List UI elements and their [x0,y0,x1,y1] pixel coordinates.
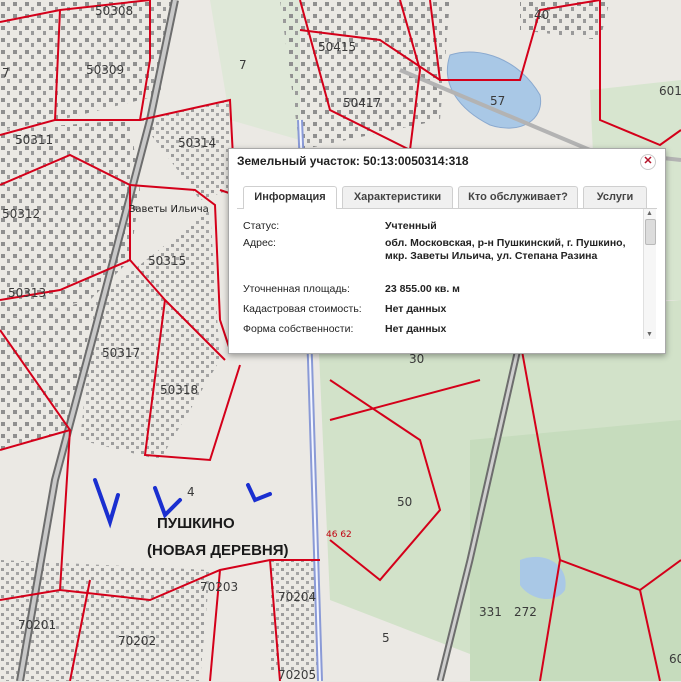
field-value: Нет данных [385,323,447,335]
plot-label: 50311 [15,133,54,147]
scroll-down-icon[interactable]: ▼ [646,331,653,338]
plot-label: 50309 [86,63,125,77]
plot-label: 5 [382,631,390,645]
scroll-thumb[interactable] [645,219,656,245]
parcel-info-popup: Земельный участок: 50:13:0050314:318 ✕ И… [228,148,666,354]
tab-services[interactable]: Услуги [583,186,647,208]
popup-content: Статус: Учтенный Адрес: обл. Московская,… [237,209,657,345]
field-value: 23 855.00 кв. м [385,283,460,295]
plot-label: 7 [239,58,247,72]
district-label: Заветы Ильича [129,204,209,215]
plot-label: 272 [514,605,537,619]
field-value: Учтенный [385,220,437,232]
field-key: Форма собственности: [243,323,354,335]
plot-label: 50417 [343,96,382,110]
field-key: Уточненная площадь: [243,283,350,295]
plot-label: 70203 [200,580,239,594]
plot-label: 50312 [2,207,41,221]
plot-label: 50314 [178,136,217,150]
plot-label: 50315 [148,254,187,268]
scroll-up-icon[interactable]: ▲ [646,210,653,217]
plot-label: 4 [187,485,195,499]
plot-label: 60 [669,652,681,666]
field-key: Адрес: [243,237,276,249]
plot-label: 70205 [278,668,317,682]
plot-label: 57 [490,94,506,108]
field-key: Кадастровая стоимость: [243,303,362,315]
plot-label: 70202 [118,634,157,648]
plot-label: 50308 [95,4,134,18]
plot-label: 50313 [8,286,47,300]
plot-label: 30 [409,352,425,366]
plot-label: 50 [397,495,413,509]
plot-label: 7 [2,66,10,80]
tab-information[interactable]: Информация [243,186,337,209]
plot-label: 46 62 [326,530,352,540]
plot-label: 50415 [318,40,357,54]
plot-label: 331 [479,605,502,619]
field-key: Статус: [243,220,280,232]
tab-characteristics[interactable]: Характеристики [342,186,453,208]
close-icon[interactable]: ✕ [640,154,656,170]
tab-service-provider[interactable]: Кто обслуживает? [458,186,578,208]
plot-label: 70204 [278,590,317,604]
plot-label: 50318 [160,383,199,397]
area-title-line2: (НОВАЯ ДЕРЕВНЯ) [147,542,289,559]
popup-tabs: Информация Характеристики Кто обслуживае… [237,182,657,209]
plot-label: 40 [534,8,550,22]
popup-title: Земельный участок: 50:13:0050314:318 [237,154,469,168]
plot-label: 50317 [102,346,141,360]
field-value: обл. Московская, р-н Пушкинский, г. Пушк… [385,237,626,262]
field-value: Нет данных [385,303,447,315]
plot-label: 70201 [18,618,57,632]
scrollbar[interactable]: ▲ ▼ [643,209,656,339]
plot-label: 601 [659,84,681,98]
area-title-line1: ПУШКИНО [157,515,235,532]
